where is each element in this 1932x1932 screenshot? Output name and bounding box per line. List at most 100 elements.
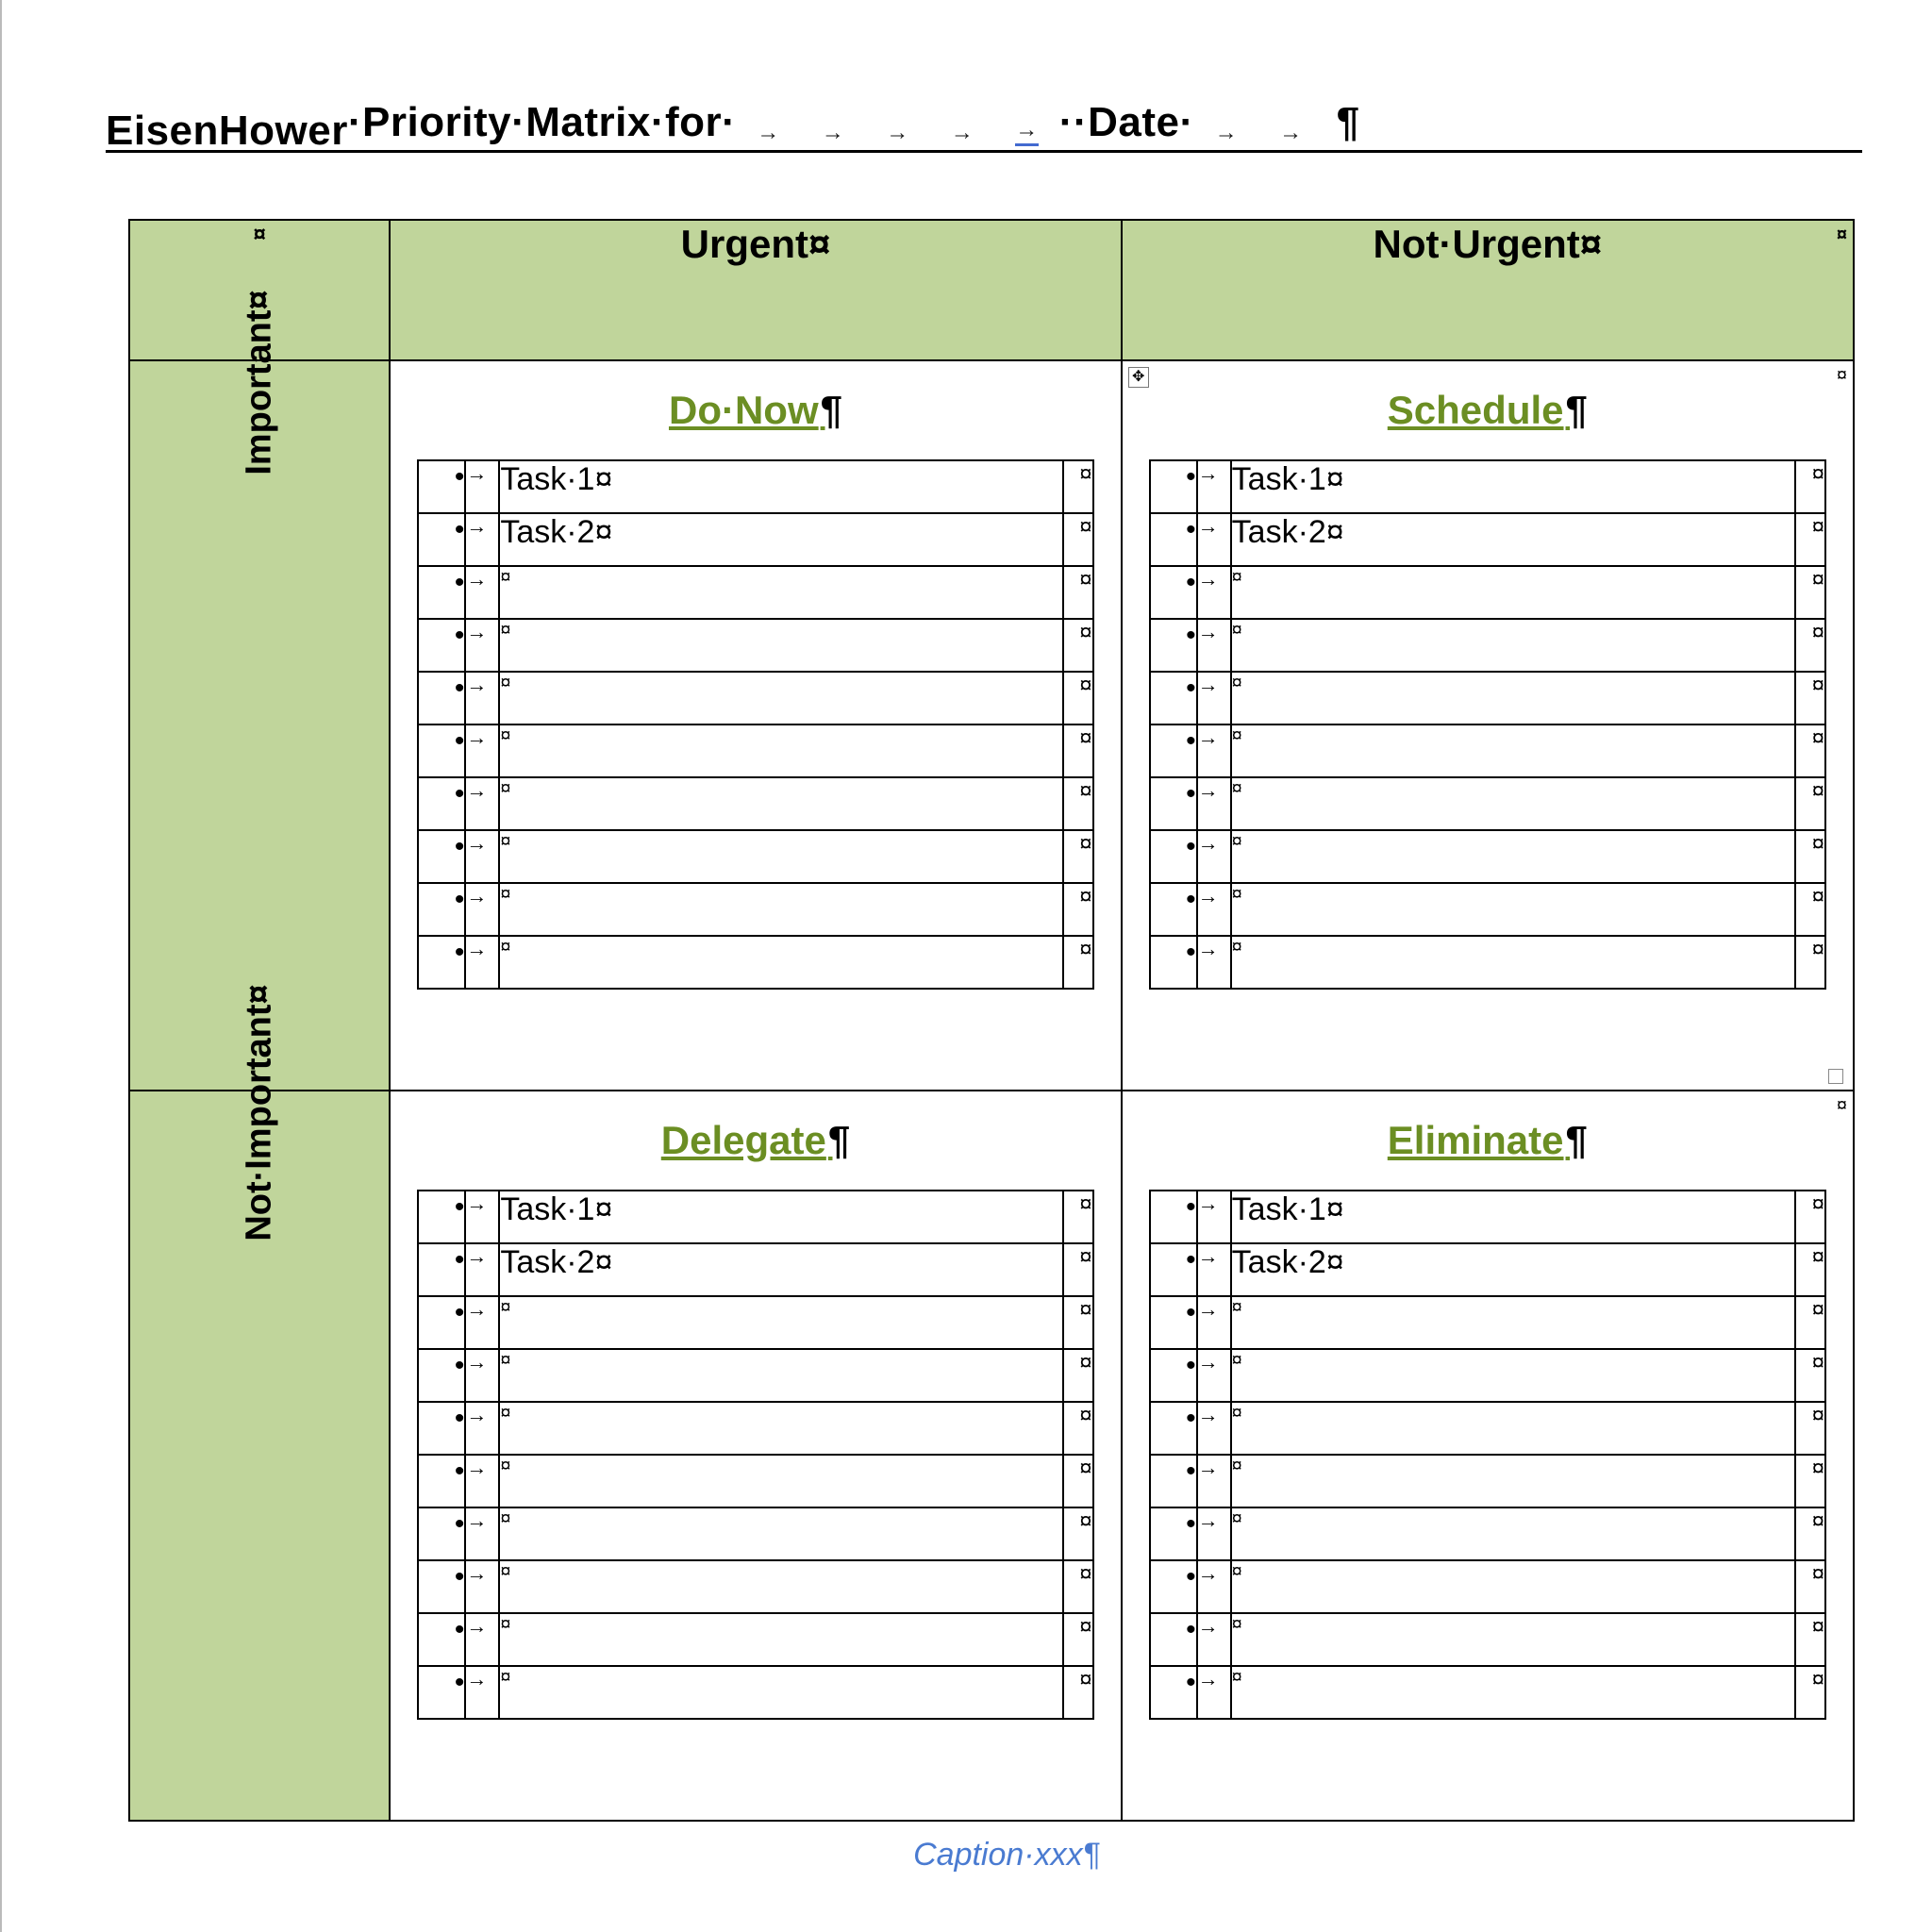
task-text[interactable]: ¤ <box>1231 830 1795 883</box>
task-row[interactable]: •→¤¤ <box>418 1402 1092 1455</box>
task-list[interactable]: •→Task·1¤¤•→Task·2¤¤•→¤¤•→¤¤•→¤¤•→¤¤•→¤¤… <box>1149 1190 1826 1720</box>
task-row[interactable]: •→Task·2¤¤ <box>418 513 1092 566</box>
task-text[interactable]: ¤ <box>1231 619 1795 672</box>
task-text[interactable]: ¤ <box>499 830 1062 883</box>
task-row[interactable]: •→Task·2¤¤ <box>1150 1243 1825 1296</box>
task-row[interactable]: •→¤¤ <box>418 830 1092 883</box>
task-row[interactable]: •→¤¤ <box>1150 1349 1825 1402</box>
task-row[interactable]: •→¤¤ <box>418 672 1092 724</box>
eisenhower-matrix[interactable]: ¤ Urgent¤ Not·Urgent¤ ¤ Important¤ Do·No… <box>128 219 1855 1822</box>
task-text[interactable]: Task·2¤ <box>1231 1243 1795 1296</box>
task-text[interactable]: ¤ <box>499 777 1062 830</box>
task-row[interactable]: •→¤¤ <box>1150 936 1825 989</box>
task-text[interactable]: ¤ <box>499 1402 1062 1455</box>
task-text[interactable]: ¤ <box>1231 936 1795 989</box>
task-text[interactable]: ¤ <box>499 1507 1062 1560</box>
task-text[interactable]: ¤ <box>499 936 1062 989</box>
move-handle-icon[interactable]: ✥ <box>1128 367 1149 388</box>
task-text[interactable]: ¤ <box>499 1455 1062 1507</box>
task-row[interactable]: •→Task·1¤¤ <box>418 460 1092 513</box>
task-row[interactable]: •→¤¤ <box>418 1560 1092 1613</box>
task-text[interactable]: ¤ <box>1231 724 1795 777</box>
task-text[interactable]: ¤ <box>499 1296 1062 1349</box>
task-row[interactable]: •→¤¤ <box>418 566 1092 619</box>
task-text[interactable]: ¤ <box>1231 1349 1795 1402</box>
task-text[interactable]: Task·2¤ <box>499 1243 1062 1296</box>
cell-mark-icon: ¤ <box>1063 619 1093 672</box>
quadrant-delegate[interactable]: Delegate¶•→Task·1¤¤•→Task·2¤¤•→¤¤•→¤¤•→¤… <box>390 1091 1121 1821</box>
task-row[interactable]: •→¤¤ <box>1150 672 1825 724</box>
task-row[interactable]: •→¤¤ <box>418 1666 1092 1719</box>
task-row[interactable]: •→¤¤ <box>1150 1613 1825 1666</box>
task-row[interactable]: •→Task·2¤¤ <box>1150 513 1825 566</box>
task-text[interactable]: Task·2¤ <box>499 513 1062 566</box>
task-text[interactable]: ¤ <box>1231 672 1795 724</box>
task-text[interactable]: ¤ <box>499 883 1062 936</box>
task-text[interactable]: Task·1¤ <box>499 460 1062 513</box>
task-text[interactable]: Task·1¤ <box>1231 1191 1795 1243</box>
table-caption[interactable]: Caption·xxx¶ <box>128 1837 1885 1874</box>
task-row[interactable]: •→¤¤ <box>418 777 1092 830</box>
task-row[interactable]: •→¤¤ <box>1150 830 1825 883</box>
task-row[interactable]: •→¤¤ <box>418 619 1092 672</box>
cell-mark-icon: ¤ <box>1795 883 1825 936</box>
task-row[interactable]: •→Task·1¤¤ <box>1150 1191 1825 1243</box>
task-text[interactable]: Task·1¤ <box>1231 460 1795 513</box>
task-row[interactable]: •→¤¤ <box>1150 1507 1825 1560</box>
task-row[interactable]: •→Task·1¤¤ <box>418 1191 1092 1243</box>
task-row[interactable]: •→¤¤ <box>418 1455 1092 1507</box>
task-row[interactable]: •→¤¤ <box>418 1296 1092 1349</box>
column-header-not-urgent[interactable]: Not·Urgent¤ ¤ <box>1122 220 1854 360</box>
task-row[interactable]: •→¤¤ <box>1150 1296 1825 1349</box>
row-header-important[interactable]: Important¤ <box>129 360 390 1091</box>
task-row[interactable]: •→¤¤ <box>1150 724 1825 777</box>
task-list[interactable]: •→Task·1¤¤•→Task·2¤¤•→¤¤•→¤¤•→¤¤•→¤¤•→¤¤… <box>1149 459 1826 990</box>
task-text[interactable]: ¤ <box>1231 1402 1795 1455</box>
task-row[interactable]: •→Task·1¤¤ <box>1150 460 1825 513</box>
task-list[interactable]: •→Task·1¤¤•→Task·2¤¤•→¤¤•→¤¤•→¤¤•→¤¤•→¤¤… <box>417 459 1093 990</box>
task-row[interactable]: •→¤¤ <box>1150 619 1825 672</box>
task-text[interactable]: ¤ <box>1231 1666 1795 1719</box>
task-row[interactable]: •→¤¤ <box>1150 1455 1825 1507</box>
task-row[interactable]: •→¤¤ <box>418 936 1092 989</box>
task-text[interactable]: ¤ <box>1231 1507 1795 1560</box>
task-text[interactable]: ¤ <box>499 672 1062 724</box>
quadrant-schedule[interactable]: ¤ Schedule¶✥•→Task·1¤¤•→Task·2¤¤•→¤¤•→¤¤… <box>1122 360 1854 1091</box>
quadrant-do-now[interactable]: Do·Now¶•→Task·1¤¤•→Task·2¤¤•→¤¤•→¤¤•→¤¤•… <box>390 360 1121 1091</box>
task-text[interactable]: ¤ <box>499 1666 1062 1719</box>
task-text[interactable]: Task·1¤ <box>499 1191 1062 1243</box>
task-text[interactable]: ¤ <box>499 566 1062 619</box>
resize-handle-icon[interactable] <box>1828 1069 1843 1084</box>
task-text[interactable]: ¤ <box>1231 566 1795 619</box>
task-list[interactable]: •→Task·1¤¤•→Task·2¤¤•→¤¤•→¤¤•→¤¤•→¤¤•→¤¤… <box>417 1190 1093 1720</box>
task-text[interactable]: ¤ <box>1231 1455 1795 1507</box>
task-row[interactable]: •→Task·2¤¤ <box>418 1243 1092 1296</box>
task-row[interactable]: •→¤¤ <box>418 1613 1092 1666</box>
task-text[interactable]: ¤ <box>499 619 1062 672</box>
column-header-urgent[interactable]: Urgent¤ <box>390 220 1121 360</box>
task-row[interactable]: •→¤¤ <box>418 883 1092 936</box>
task-text[interactable]: ¤ <box>1231 1296 1795 1349</box>
task-row[interactable]: •→¤¤ <box>418 1349 1092 1402</box>
task-text[interactable]: ¤ <box>499 1560 1062 1613</box>
task-row[interactable]: •→¤¤ <box>1150 1402 1825 1455</box>
task-row[interactable]: •→¤¤ <box>418 724 1092 777</box>
task-row[interactable]: •→¤¤ <box>1150 566 1825 619</box>
task-text[interactable]: ¤ <box>499 724 1062 777</box>
task-row[interactable]: •→¤¤ <box>1150 1560 1825 1613</box>
task-text[interactable]: ¤ <box>499 1613 1062 1666</box>
task-text[interactable]: ¤ <box>1231 883 1795 936</box>
document-title[interactable]: EisenHower·Priority·Matrix·for· → → → → … <box>106 99 1862 153</box>
row-header-not-important[interactable]: Not·Important¤ <box>129 1091 390 1821</box>
task-row[interactable]: •→¤¤ <box>1150 777 1825 830</box>
task-text[interactable]: Task·2¤ <box>1231 513 1795 566</box>
task-row[interactable]: •→¤¤ <box>1150 883 1825 936</box>
tab-icon: → <box>1197 1560 1231 1613</box>
quadrant-eliminate[interactable]: ¤ Eliminate¶•→Task·1¤¤•→Task·2¤¤•→¤¤•→¤¤… <box>1122 1091 1854 1821</box>
task-text[interactable]: ¤ <box>499 1349 1062 1402</box>
task-row[interactable]: •→¤¤ <box>418 1507 1092 1560</box>
task-text[interactable]: ¤ <box>1231 777 1795 830</box>
task-row[interactable]: •→¤¤ <box>1150 1666 1825 1719</box>
task-text[interactable]: ¤ <box>1231 1560 1795 1613</box>
task-text[interactable]: ¤ <box>1231 1613 1795 1666</box>
